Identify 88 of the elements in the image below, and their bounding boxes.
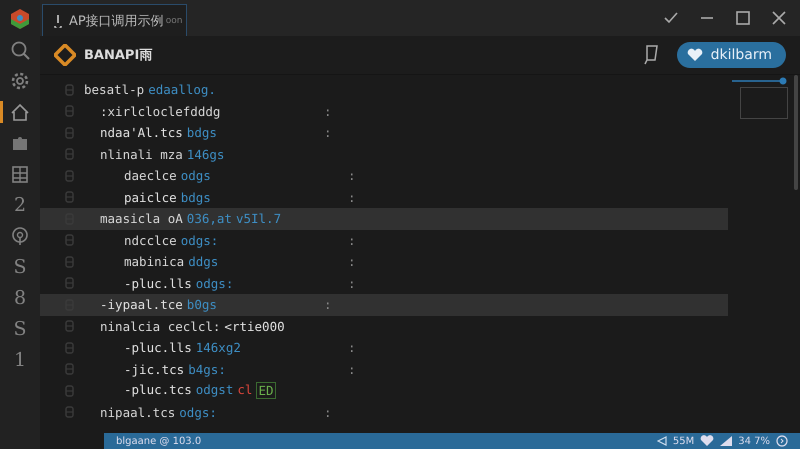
code-key: :xirlcloclefdddg <box>100 104 220 119</box>
code-key: ninalcia ceclcl: <box>100 318 220 334</box>
code-value: b0gs <box>186 297 217 312</box>
check-icon[interactable] <box>664 12 678 24</box>
code-line[interactable]: ndcclce odgs: : <box>40 230 728 251</box>
code-line[interactable]: :xirlcloclefdddg : <box>40 100 728 122</box>
code-line[interactable]: paiclce bdgs : <box>40 186 728 208</box>
code-key: maasicla oA <box>100 211 183 226</box>
battery-status: 34 7% <box>738 436 770 446</box>
sidebar-item[interactable]: 1 <box>0 349 40 371</box>
code-marker: : <box>324 404 332 420</box>
house-icon[interactable] <box>10 102 30 122</box>
code-value: 146xg2 <box>196 340 241 356</box>
code-line[interactable]: -pluc.lls odgs: : <box>40 272 728 294</box>
code-line[interactable]: nlinali mza 146gs <box>40 144 728 165</box>
sidebar-item[interactable]: S <box>0 256 40 278</box>
code-value: odgst <box>196 382 234 400</box>
code-key: -jic.tcs <box>124 362 184 377</box>
heart-icon[interactable] <box>686 48 703 62</box>
error-text: cl <box>237 382 252 400</box>
sidebar-item[interactable]: 2 <box>0 194 40 216</box>
code-key: -pluc.lls <box>124 276 192 291</box>
code-value: b4gs: <box>188 362 226 377</box>
code-value: 036,at <box>186 211 232 226</box>
code-value: odgs: <box>196 276 234 291</box>
settings-icon[interactable] <box>10 71 30 91</box>
code-line[interactable]: besatl-p edaallog. <box>40 79 728 100</box>
minimap-slider-icon[interactable] <box>732 77 788 85</box>
code-line[interactable]: ninalcia ceclcl: <rtie000 <box>40 316 728 337</box>
sidebar-item[interactable]: 8 <box>0 287 40 309</box>
diamond-logo-icon <box>54 44 76 66</box>
code-marker: : <box>348 168 356 184</box>
code-line[interactable]: -pluc.tcs odgst cl ED <box>40 380 728 402</box>
code-marker: : <box>324 297 332 312</box>
app-logo-icon <box>9 8 31 30</box>
code-line[interactable]: daeclce odgs : <box>40 165 728 186</box>
code-marker: : <box>348 190 356 205</box>
code-key: ndaa'Al.tcs <box>100 125 183 140</box>
code-key: -iypaal.tce <box>100 297 183 312</box>
code-value: odgs <box>180 168 211 184</box>
code-key: nipaal.tcs <box>100 404 176 420</box>
code-key: -pluc.tcs <box>124 382 192 400</box>
code-value: bdgs <box>186 125 217 140</box>
search-icon[interactable] <box>10 40 30 60</box>
code-line[interactable]: nipaal.tcs odgs: : <box>40 402 728 423</box>
code-marker: : <box>348 276 356 291</box>
code-line[interactable]: -jic.tcs b4gs: : <box>40 358 728 380</box>
code-value: v5Il.7 <box>236 211 282 226</box>
code-key: mabinica <box>124 254 184 270</box>
minimap-viewport <box>740 87 788 119</box>
code-line[interactable]: -pluc.lls 146xg2 : <box>40 337 728 358</box>
status-tag: ED <box>256 382 276 400</box>
signal-icon <box>720 436 732 446</box>
code-value: edaallog. <box>148 82 216 98</box>
scrollbar[interactable] <box>794 75 798 190</box>
code-value: bdgs <box>180 190 211 205</box>
branch-status[interactable]: blgaane @ 103.0 <box>116 436 202 446</box>
code-key: besatl-p <box>84 82 144 98</box>
maximize-icon[interactable] <box>736 11 750 25</box>
code-marker: : <box>324 125 332 140</box>
code-marker: : <box>348 362 356 377</box>
close-icon[interactable] <box>772 11 786 25</box>
code-key: nlinali mza <box>100 146 183 162</box>
heart-icon <box>700 435 714 447</box>
sidebar-item[interactable]: S <box>0 318 40 340</box>
code-key: -pluc.lls <box>124 340 192 356</box>
code-key: <rtie000 <box>224 318 285 334</box>
location-pin-icon[interactable] <box>10 226 30 246</box>
code-value: odgs: <box>179 404 217 420</box>
project-name: BANAPI雨 <box>84 47 152 64</box>
code-key: paiclce <box>124 190 177 205</box>
bookmark-icon[interactable] <box>642 45 659 65</box>
code-marker: : <box>348 232 356 248</box>
minimize-icon[interactable] <box>700 16 714 20</box>
code-key: daeclce <box>124 168 177 184</box>
circle-icon[interactable] <box>776 435 788 447</box>
code-value: ddgs <box>188 254 218 270</box>
building-icon[interactable] <box>10 164 30 184</box>
code-marker: : <box>348 254 356 270</box>
code-value: 146gs <box>186 146 224 162</box>
account-button[interactable]: dkilbarm <box>676 42 786 68</box>
code-key: ndcclce <box>124 232 177 248</box>
speed-status: 55M <box>672 436 694 446</box>
code-marker: : <box>324 104 332 119</box>
code-line[interactable]: ndaa'Al.tcs bdgs : <box>40 122 728 144</box>
code-marker: : <box>348 340 356 356</box>
code-line[interactable]: mabinica ddgs : <box>40 251 728 272</box>
code-value: odgs: <box>180 232 218 248</box>
